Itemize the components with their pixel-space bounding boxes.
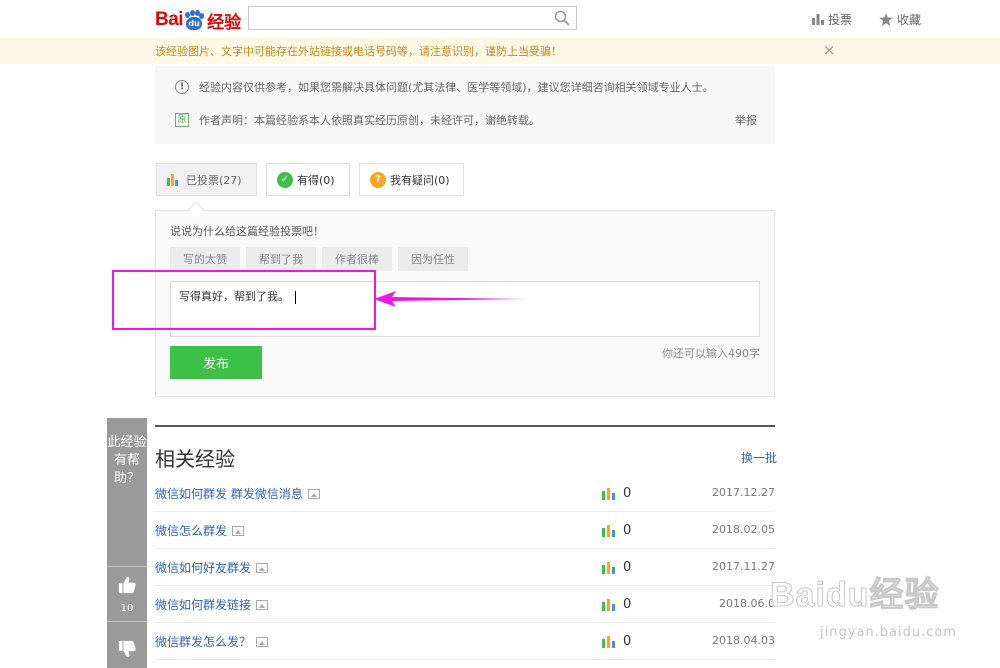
quick-reply-chip[interactable]: 作者很棒 <box>322 247 392 271</box>
check-circle-icon: ✓ <box>277 171 293 188</box>
quick-reply-chip[interactable]: 写的太赞 <box>170 247 240 271</box>
related-row-title-text[interactable]: 微信如何好友群发 <box>155 559 251 576</box>
image-icon <box>256 562 269 573</box>
related-row-title[interactable]: 微信如何好友群发 <box>155 559 269 576</box>
image-icon <box>232 525 245 536</box>
watermark-logo-text: Baidu经验 <box>769 576 940 615</box>
baidu-jingyan-logo[interactable]: Bai du 经验 <box>155 6 241 34</box>
remaining-chars: 你还可以输入490字 <box>662 347 760 360</box>
related-row-count: 0 <box>623 486 632 501</box>
related-row-count: 0 <box>623 634 632 649</box>
related-row-date: 2018.04.03 <box>712 634 775 647</box>
tab-question[interactable]: ? 我有疑问(0) <box>359 163 464 196</box>
related-row-title-text[interactable]: 微信群发怎么发？ <box>155 633 251 650</box>
search-icon[interactable] <box>554 10 570 26</box>
top-header: Bai du 经验 投票 收藏 <box>0 0 1000 38</box>
side-divider <box>107 566 147 567</box>
refresh-link[interactable]: 换一批 <box>741 449 777 466</box>
thumbs-up-icon[interactable] <box>118 576 136 594</box>
disclaimer-text: 经验内容仅供参考，如果您需解决具体问题(尤其法律、医学等领域)，建议您详细咨询相… <box>199 81 714 94</box>
notice-text: 该经验图片、文字中可能存在外站链接或电话号码等，请注意识别，谨防上当受骗！ <box>155 45 562 58</box>
image-icon <box>256 636 269 647</box>
related-row-title-text[interactable]: 微信如何群发 群发微信消息 <box>155 485 303 502</box>
related-row-title[interactable]: 微信群发怎么发？ <box>155 633 269 650</box>
annotation-arrow-icon <box>374 291 526 307</box>
related-row-date: 2017.11.27 <box>712 560 775 573</box>
bar-chart-icon <box>602 636 615 648</box>
tab-voted-label: 已投票(27) <box>186 173 242 187</box>
disclaimer-panel: ! 经验内容仅供参考，如果您需解决具体问题(尤其法律、医学等领域)，建议您详细咨… <box>155 66 775 144</box>
vote-link-label: 投票 <box>828 13 853 27</box>
related-row-count: 0 <box>623 560 632 575</box>
helpful-question-text: 此经验有帮助？ <box>107 435 147 486</box>
paw-icon: du <box>184 10 205 30</box>
tab-useful-label: 有得(0) <box>297 173 335 187</box>
quick-reply-chip[interactable]: 因为任性 <box>398 247 468 271</box>
author-statement-text: 作者声明：本篇经验系本人依照真实经历原创，未经许可，谢绝转载。 <box>199 114 540 127</box>
tab-question-label: 我有疑问(0) <box>390 173 450 187</box>
search-input[interactable] <box>248 6 577 30</box>
image-icon <box>307 488 320 499</box>
related-row[interactable]: 微信如何群发 群发微信消息 0 2017.12.27 <box>155 475 775 512</box>
helpful-side-panel: 此经验有帮助？ 10 <box>107 418 147 668</box>
related-row-title[interactable]: 微信如何群发 群发微信消息 <box>155 485 320 502</box>
bar-chart-icon <box>602 525 615 537</box>
logo-text-bai: Bai <box>155 9 184 30</box>
safety-notice-bar: 该经验图片、文字中可能存在外站链接或电话号码等，请注意识别，谨防上当受骗！ × <box>0 38 1000 64</box>
related-row[interactable]: 微信群发怎么发？ 0 2018.04.03 <box>155 623 775 660</box>
vote-link[interactable]: 投票 <box>812 11 852 28</box>
thumbs-down-icon[interactable] <box>118 640 136 658</box>
favorite-link-label: 收藏 <box>897 13 922 27</box>
side-divider <box>107 621 147 622</box>
report-link[interactable]: 举报 <box>735 112 757 128</box>
logo-text-jingyan: 经验 <box>207 12 242 33</box>
disclaimer-row: ! 经验内容仅供参考，如果您需解决具体问题(尤其法律、医学等领域)，建议您详细咨… <box>175 79 714 95</box>
author-statement-row: 原 作者声明：本篇经验系本人依照真实经历原创，未经许可，谢绝转载。 <box>175 112 540 128</box>
related-row-count: 0 <box>623 523 632 538</box>
bar-chart-icon <box>812 14 824 25</box>
bar-chart-icon <box>602 562 615 574</box>
question-circle-icon: ? <box>370 171 386 188</box>
related-row-count: 0 <box>623 597 632 612</box>
favorite-link[interactable]: 收藏 <box>879 11 921 28</box>
star-icon <box>879 13 893 26</box>
logo-text-du: du <box>186 17 203 30</box>
quick-reply-chip[interactable]: 帮到了我 <box>246 247 316 271</box>
watermark-url-text: jingyan.baidu.com <box>820 625 957 640</box>
related-row[interactable]: 微信如何好友群发 0 2017.11.27 <box>155 549 775 586</box>
related-row-date: 2017.12.27 <box>712 486 775 499</box>
related-row[interactable]: 微信怎么群发 0 2018.02.05 <box>155 512 775 549</box>
related-row-title[interactable]: 微信怎么群发 <box>155 522 245 539</box>
related-row-title[interactable]: 微信如何群发链接 <box>155 596 269 613</box>
related-row-date: 2018.02.05 <box>712 523 775 536</box>
publish-button[interactable]: 发布 <box>170 346 262 379</box>
annotation-highlight-box <box>112 270 376 330</box>
related-row[interactable]: 微信如何群发链接 0 2018.06.0 <box>155 586 775 623</box>
related-row-date: 2018.06.0 <box>719 597 775 610</box>
tab-voted[interactable]: 已投票(27) <box>156 163 257 196</box>
baidu-watermark: Baidu经验 jingyan.baidu.com <box>769 567 990 657</box>
exclamation-icon: ! <box>175 80 189 94</box>
image-icon <box>256 599 269 610</box>
close-icon[interactable]: × <box>823 41 836 59</box>
related-row-title-text[interactable]: 微信如何群发链接 <box>155 596 251 613</box>
tab-useful[interactable]: ✓ 有得(0) <box>266 163 350 196</box>
original-badge-icon: 原 <box>175 113 189 127</box>
bar-chart-icon <box>602 488 615 500</box>
like-count: 10 <box>120 603 134 614</box>
related-row-title-text[interactable]: 微信怎么群发 <box>155 522 227 539</box>
section-divider <box>155 425 775 427</box>
related-section-title: 相关经验 <box>155 447 235 471</box>
comment-prompt: 说说为什么给这篇经验投票吧！ <box>170 225 324 238</box>
bar-chart-icon <box>167 173 181 186</box>
bar-chart-icon <box>602 599 615 611</box>
